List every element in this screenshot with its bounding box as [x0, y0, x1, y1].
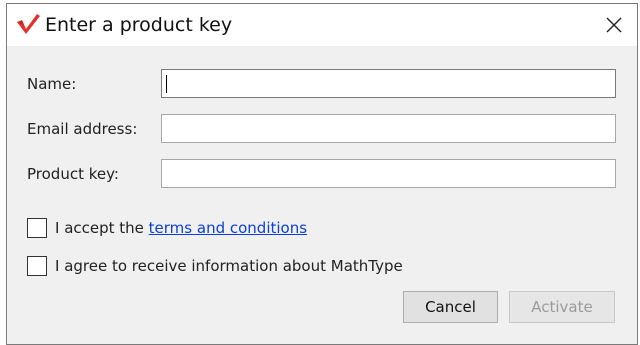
title-bar: Enter a product key — [7, 4, 637, 46]
info-row: I agree to receive information about Mat… — [27, 255, 403, 277]
dialog-title: Enter a product key — [45, 14, 233, 36]
text-caret — [166, 75, 167, 93]
info-label: I agree to receive information about Mat… — [55, 257, 403, 275]
mathtype-logo-icon — [17, 14, 40, 34]
terms-checkbox[interactable] — [27, 218, 47, 238]
terms-row: I accept the terms and conditions — [27, 217, 307, 239]
activate-button[interactable]: Activate — [509, 291, 615, 323]
product-key-dialog: Enter a product key Name: Email address:… — [6, 3, 638, 345]
cancel-button[interactable]: Cancel — [403, 291, 498, 323]
product-key-field[interactable] — [161, 159, 616, 188]
email-field[interactable] — [161, 114, 616, 143]
close-icon[interactable] — [599, 10, 629, 40]
name-label: Name: — [27, 75, 77, 93]
terms-link[interactable]: terms and conditions — [149, 219, 307, 237]
email-label: Email address: — [27, 120, 138, 138]
terms-prefix: I accept the — [55, 219, 149, 237]
name-field[interactable] — [161, 69, 616, 98]
terms-label: I accept the terms and conditions — [55, 219, 307, 237]
info-checkbox[interactable] — [27, 256, 47, 276]
product-key-label: Product key: — [27, 165, 119, 183]
